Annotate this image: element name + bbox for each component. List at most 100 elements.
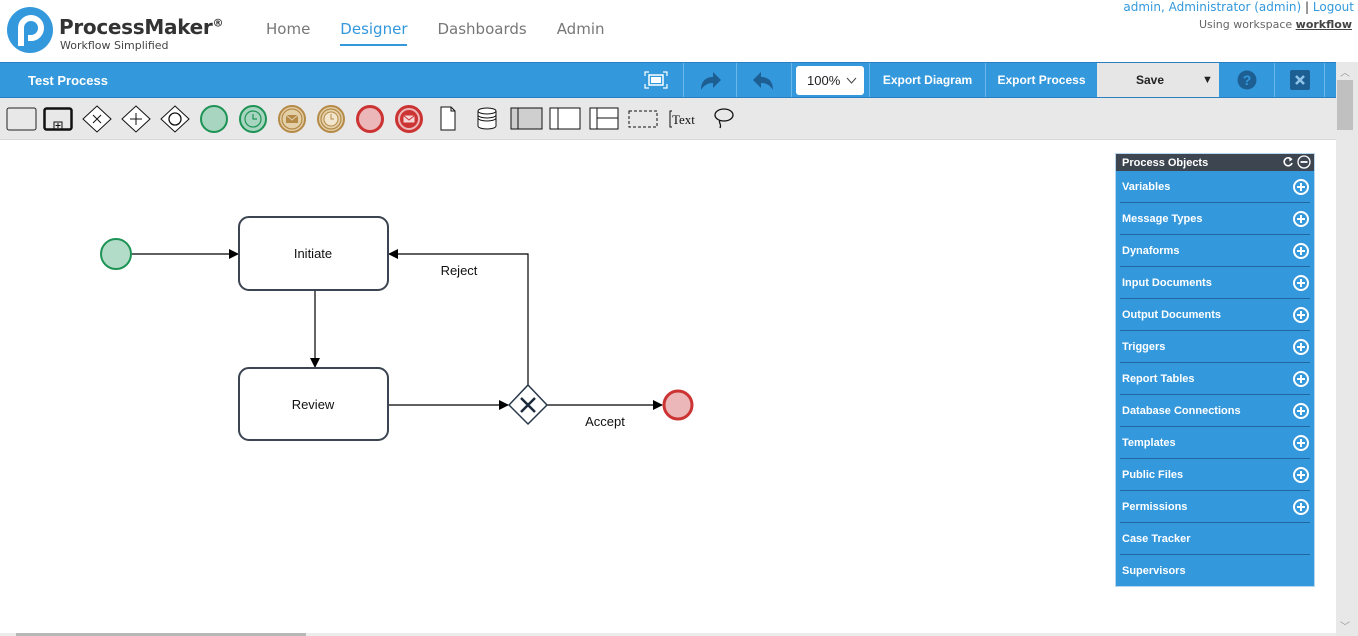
po-item-input-documents[interactable]: Input Documents — [1120, 267, 1310, 299]
nav-admin[interactable]: Admin — [557, 20, 605, 46]
workspace-name: workflow — [1295, 18, 1352, 31]
logout-link[interactable]: Logout — [1313, 0, 1354, 14]
brand-tagline: Workflow Simplified — [60, 39, 169, 52]
po-item-case-tracker[interactable]: Case Tracker — [1120, 523, 1310, 555]
add-template-icon[interactable] — [1293, 434, 1309, 451]
po-item-label: Report Tables — [1122, 372, 1195, 385]
parallel-gateway-icon — [121, 105, 151, 133]
po-item-variables[interactable]: Variables — [1120, 171, 1310, 203]
po-item-label: Output Documents — [1122, 308, 1221, 321]
help-button[interactable]: ? — [1219, 63, 1274, 97]
nav-home[interactable]: Home — [266, 20, 310, 46]
po-item-label: Case Tracker — [1122, 532, 1191, 545]
palette-lasso[interactable] — [708, 105, 738, 133]
add-trigger-icon[interactable] — [1293, 338, 1309, 355]
po-item-output-documents[interactable]: Output Documents — [1120, 299, 1310, 331]
scroll-down-icon[interactable]: ﹀ — [1336, 618, 1354, 633]
process-objects-panel: Process Objects Variables Message Types … — [1115, 153, 1315, 587]
export-process-button[interactable]: Export Process — [985, 63, 1097, 97]
palette-intermediate-message-event[interactable] — [277, 105, 307, 133]
undo-icon — [753, 72, 773, 90]
palette-start-event[interactable] — [199, 105, 229, 133]
process-objects-title: Process Objects — [1122, 156, 1209, 169]
po-item-dynaforms[interactable]: Dynaforms — [1120, 235, 1310, 267]
user-name[interactable]: admin, Administrator (admin) — [1123, 0, 1301, 14]
task-review[interactable]: Review — [238, 367, 389, 441]
palette-data-object[interactable] — [433, 105, 463, 133]
add-permission-icon[interactable] — [1293, 498, 1309, 515]
palette-exclusive-gateway[interactable] — [82, 105, 112, 133]
chevron-down-icon — [846, 75, 857, 87]
task-icon — [6, 107, 36, 131]
po-item-message-types[interactable]: Message Types — [1120, 203, 1310, 235]
fullscreen-button[interactable] — [628, 63, 683, 97]
intermediate-message-event-icon — [278, 105, 306, 133]
po-item-database-connections[interactable]: Database Connections — [1120, 395, 1310, 427]
palette-black-box-pool[interactable] — [510, 105, 544, 133]
palette-intermediate-timer-event[interactable] — [316, 105, 346, 133]
flow-label-accept: Accept — [585, 414, 625, 429]
po-item-permissions[interactable]: Permissions — [1120, 491, 1310, 523]
po-item-supervisors[interactable]: Supervisors — [1120, 555, 1310, 587]
vertical-scrollbar[interactable]: ︿ ﹀ — [1336, 62, 1358, 636]
add-public-file-icon[interactable] — [1293, 466, 1309, 483]
palette-end-event[interactable] — [355, 105, 385, 133]
start-event[interactable] — [100, 238, 132, 270]
undo-button[interactable] — [736, 63, 791, 97]
end-event[interactable] — [662, 389, 694, 421]
add-dynaform-icon[interactable] — [1293, 242, 1309, 259]
po-item-report-tables[interactable]: Report Tables — [1120, 363, 1310, 395]
flow-label-reject: Reject — [441, 263, 478, 278]
palette-lane[interactable] — [589, 105, 623, 133]
po-item-templates[interactable]: Templates — [1120, 427, 1310, 459]
add-output-document-icon[interactable] — [1293, 306, 1309, 323]
task-initiate-label: Initiate — [294, 246, 332, 261]
end-event-icon — [356, 105, 384, 133]
palette-parallel-gateway[interactable] — [121, 105, 151, 133]
close-designer-button[interactable] — [1274, 63, 1324, 97]
palette-end-message-event[interactable] — [394, 105, 424, 133]
palette-task[interactable] — [5, 105, 37, 133]
palette-pool[interactable] — [549, 105, 583, 133]
palette-group[interactable] — [627, 105, 661, 133]
refresh-icon[interactable] — [1282, 156, 1294, 168]
add-report-table-icon[interactable] — [1293, 370, 1309, 387]
po-item-public-files[interactable]: Public Files — [1120, 459, 1310, 491]
zoom-select[interactable]: 100% — [796, 66, 864, 95]
save-button[interactable]: Save ▼ — [1097, 63, 1219, 97]
redo-button[interactable] — [683, 63, 736, 97]
inclusive-gateway-icon — [160, 105, 190, 133]
add-input-document-icon[interactable] — [1293, 274, 1309, 291]
add-variable-icon[interactable] — [1293, 178, 1309, 195]
caret-down-icon[interactable]: ▼ — [1202, 74, 1213, 86]
processmaker-logo-icon[interactable] — [6, 6, 54, 54]
redo-icon — [701, 72, 721, 90]
exclusive-gateway[interactable] — [507, 383, 549, 426]
task-initiate[interactable]: Initiate — [238, 216, 389, 291]
nav-dashboards[interactable]: Dashboards — [437, 20, 526, 46]
scroll-up-icon[interactable]: ︿ — [1336, 64, 1354, 79]
palette-text-annotation[interactable]: Text — [666, 105, 700, 133]
pool-icon — [549, 107, 581, 130]
add-message-type-icon[interactable] — [1293, 210, 1309, 227]
palette-start-timer-event[interactable] — [238, 105, 268, 133]
group-icon — [628, 110, 658, 128]
palette-inclusive-gateway[interactable] — [160, 105, 190, 133]
po-item-triggers[interactable]: Triggers — [1120, 331, 1310, 363]
palette-sub-process[interactable] — [43, 105, 73, 133]
subprocess-icon — [43, 107, 73, 131]
process-title: Test Process — [28, 73, 108, 88]
palette-data-store[interactable] — [472, 105, 502, 133]
po-item-label: Templates — [1122, 436, 1176, 449]
save-label: Save — [1136, 73, 1165, 87]
zoom-value: 100% — [807, 73, 841, 88]
nav-designer[interactable]: Designer — [340, 20, 408, 46]
vertical-scroll-thumb[interactable] — [1337, 80, 1353, 130]
user-separator: | — [1305, 0, 1310, 14]
export-diagram-button[interactable]: Export Diagram — [869, 63, 985, 97]
svg-text:?: ? — [1242, 72, 1251, 88]
start-event-icon — [200, 105, 228, 133]
collapse-icon[interactable] — [1297, 155, 1311, 169]
fullscreen-icon — [643, 71, 668, 89]
add-database-connection-icon[interactable] — [1293, 402, 1309, 419]
